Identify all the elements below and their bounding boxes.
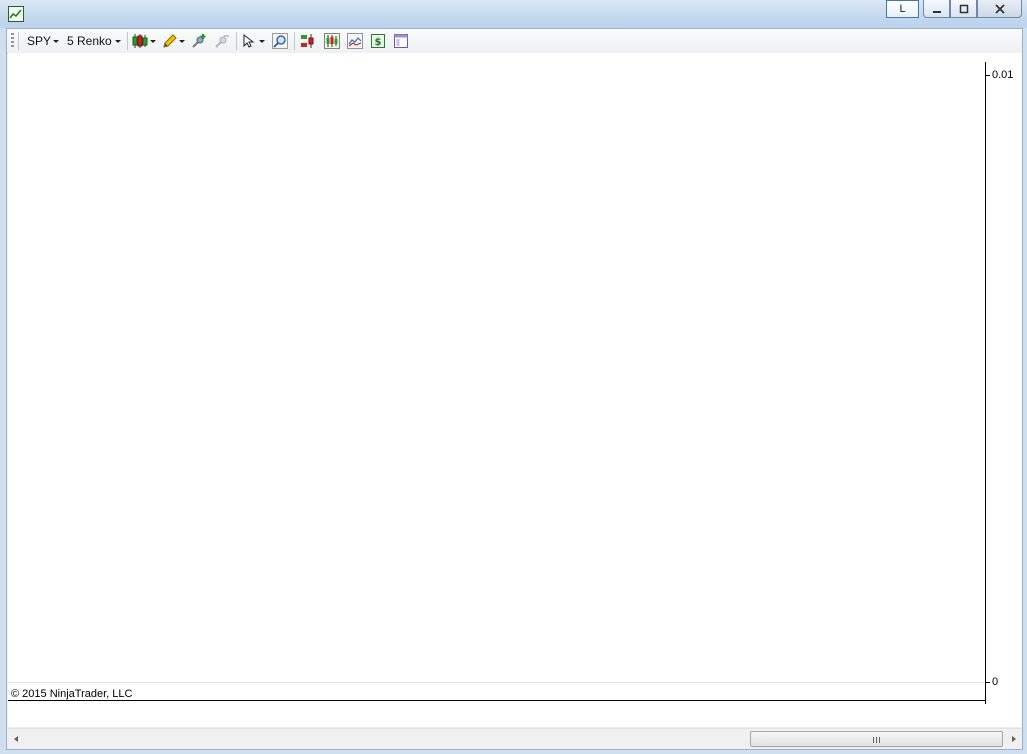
scroll-grip-icon: [873, 737, 881, 743]
add-indicator-icon[interactable]: [191, 33, 207, 49]
scroll-right-arrow-icon[interactable]: [1012, 736, 1016, 742]
data-series-icon[interactable]: [324, 33, 340, 49]
restore-icon: [959, 4, 968, 13]
scrollbar-thumb[interactable]: [750, 731, 1003, 747]
chart-app-icon[interactable]: [8, 6, 24, 22]
indicators-icon[interactable]: [347, 33, 363, 49]
properties-icon[interactable]: [393, 33, 409, 49]
bar-type-selector[interactable]: 5 Renko: [67, 33, 112, 49]
y-axis-label-top: 0.01: [992, 69, 1014, 81]
horizontal-scrollbar[interactable]: [8, 728, 1022, 749]
minimize-icon: [932, 10, 941, 13]
y-axis-tick: [986, 75, 990, 76]
toolbar-grip[interactable]: [11, 33, 14, 49]
chart-style-icon[interactable]: [132, 33, 148, 49]
instrument-dropdown-icon[interactable]: [53, 40, 59, 43]
chart-toolbar: SPY 5 Renko $: [7, 29, 1022, 54]
cursor-dropdown-icon[interactable]: [259, 40, 265, 43]
zero-grid-line: [8, 682, 985, 683]
y-axis-line: [985, 62, 986, 704]
link-button-label: L: [899, 3, 906, 15]
chart-panel[interactable]: 0.01 0 © 2015 NinjaTrader, LLC: [8, 53, 1022, 727]
y-axis-tick: [986, 682, 990, 683]
drawing-pencil-icon[interactable]: [162, 33, 178, 49]
strategies-icon[interactable]: $: [370, 33, 386, 49]
close-icon: [994, 3, 1005, 14]
chart-style-dropdown-icon[interactable]: [150, 40, 156, 43]
drawing-tools-dropdown-icon[interactable]: [179, 40, 185, 43]
cursor-icon[interactable]: [241, 33, 257, 49]
window-title-bar[interactable]: L: [0, 0, 1027, 28]
minimize-button[interactable]: [923, 0, 950, 18]
toolbar-separator: [294, 32, 295, 50]
remove-indicator-icon[interactable]: [214, 33, 230, 49]
toolbar-separator: [18, 32, 19, 50]
link-button[interactable]: L: [886, 0, 919, 18]
toolbar-separator: [127, 32, 128, 50]
x-axis-line: [8, 700, 986, 701]
chart-window: SPY 5 Renko $ 0.01 0 © 2015 NinjaTrader,…: [6, 28, 1023, 750]
copyright-text: © 2015 NinjaTrader, LLC: [11, 688, 133, 700]
scroll-left-arrow-icon[interactable]: [14, 736, 18, 742]
zoom-icon[interactable]: [272, 33, 288, 49]
bar-type-dropdown-icon[interactable]: [115, 40, 121, 43]
svg-text:$: $: [375, 37, 382, 48]
maximize-button[interactable]: [950, 0, 977, 18]
instrument-selector[interactable]: SPY: [27, 33, 51, 49]
close-button[interactable]: [977, 0, 1022, 18]
y-axis-label-zero: 0: [992, 676, 999, 688]
chart-trader-icon[interactable]: [300, 33, 316, 49]
toolbar-separator: [236, 32, 237, 50]
chart-line-icon: [9, 9, 22, 19]
